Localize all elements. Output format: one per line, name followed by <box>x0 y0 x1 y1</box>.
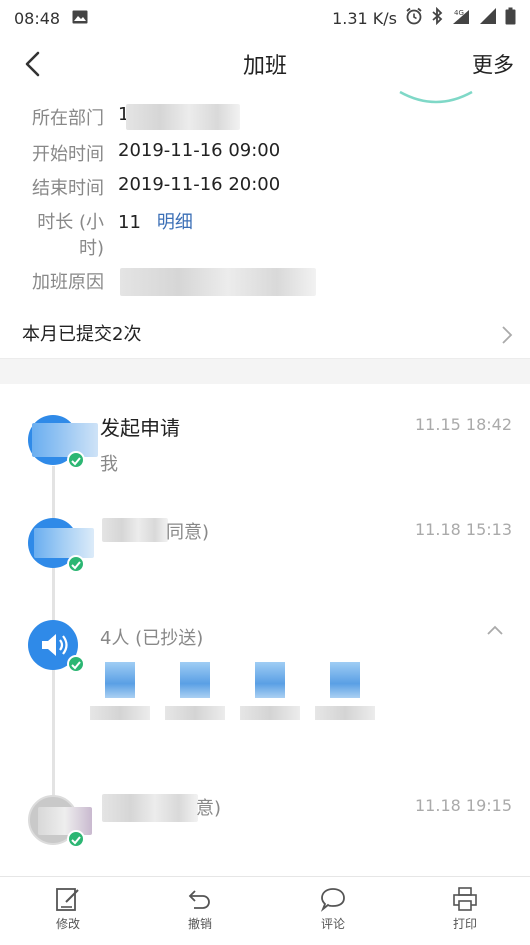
edit-button[interactable]: 修改 <box>28 885 108 932</box>
redacted-avatar <box>32 423 98 457</box>
revoke-label: 撤销 <box>187 917 212 931</box>
department-label: 所在部门 <box>32 108 104 129</box>
status-stamp-arc <box>399 90 473 104</box>
start-time-label: 开始时间 <box>32 144 104 165</box>
step-title-approve-1: 同意) <box>166 522 210 543</box>
status-time: 08:48 <box>14 8 61 28</box>
step-time-apply: 11.15 18:42 <box>415 415 512 434</box>
redacted-avatar <box>38 807 92 835</box>
step-title-cc: 4人 (已抄送) <box>100 628 204 649</box>
signal-4g-icon: 4G <box>451 7 471 29</box>
redacted-approver-name <box>102 794 198 822</box>
step-title-apply: 发起申请 <box>100 416 180 440</box>
step-time-approve-1: 11.18 15:13 <box>415 520 512 539</box>
revoke-button[interactable]: 撤销 <box>160 885 240 932</box>
signal-icon <box>479 7 497 29</box>
print-label: 打印 <box>452 917 477 931</box>
check-icon <box>67 830 85 848</box>
check-icon <box>67 451 85 469</box>
cc-person <box>165 662 225 722</box>
bluetooth-icon <box>431 6 443 29</box>
redacted-department <box>126 104 240 130</box>
undo-icon <box>188 890 210 909</box>
end-time-value: 2019-11-16 20:00 <box>118 174 281 195</box>
chevron-up-icon[interactable] <box>486 624 504 636</box>
redacted-approver-name <box>102 518 168 542</box>
cc-person <box>315 662 375 722</box>
step-title-approve-2: 意) <box>196 798 222 819</box>
end-time-label: 结束时间 <box>32 178 104 199</box>
monthly-submissions-text: 本月已提交2次 <box>22 324 142 345</box>
duration-label-line1: 时长 (小 <box>37 212 104 233</box>
bottom-toolbar: 修改 撤销 评论 打印 <box>0 876 530 945</box>
status-bar: 08:48 1.31 K/s 4G <box>0 0 530 36</box>
battery-icon <box>505 7 516 29</box>
print-button[interactable]: 打印 <box>425 885 505 932</box>
duration-value-wrap: 11 明细 <box>118 208 193 234</box>
step-time-approve-2: 11.18 19:15 <box>415 796 512 815</box>
duration-value: 11 <box>118 212 141 233</box>
print-icon <box>453 887 477 911</box>
redacted-reason <box>120 268 316 296</box>
alarm-icon <box>405 7 423 29</box>
redacted-avatar <box>34 528 94 558</box>
duration-detail-link[interactable]: 明细 <box>157 212 193 233</box>
nav-bar: 加班 更多 <box>0 36 530 92</box>
step-sub-apply: 我 <box>100 454 118 475</box>
page-title: 加班 <box>242 54 287 79</box>
check-icon <box>67 655 85 673</box>
cc-person <box>240 662 300 722</box>
network-speed: 1.31 K/s <box>332 8 397 28</box>
edit-label: 修改 <box>55 917 80 931</box>
monthly-submissions-row[interactable]: 本月已提交2次 <box>0 308 530 358</box>
section-divider <box>0 358 530 384</box>
edit-icon <box>56 888 79 911</box>
check-icon <box>67 555 85 573</box>
chevron-right-icon <box>502 326 513 344</box>
svg-text:4G: 4G <box>454 9 464 17</box>
start-time-value: 2019-11-16 09:00 <box>118 140 281 161</box>
comment-button[interactable]: 评论 <box>293 885 373 932</box>
more-button[interactable]: 更多 <box>472 49 514 79</box>
comment-label: 评论 <box>320 917 345 931</box>
duration-label-line2: 时) <box>78 238 104 259</box>
cc-person <box>90 662 150 722</box>
comment-icon <box>320 888 345 912</box>
reason-label: 加班原因 <box>32 272 104 293</box>
image-icon <box>72 9 88 28</box>
